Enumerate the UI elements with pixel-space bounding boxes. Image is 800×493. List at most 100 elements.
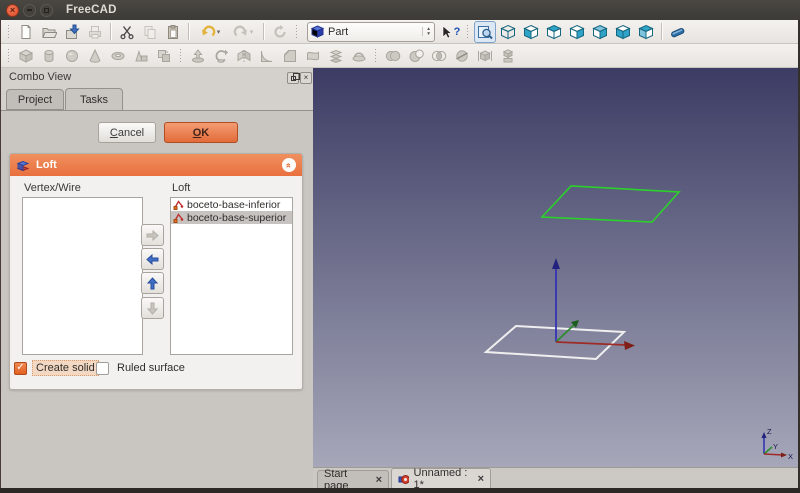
part-mirror-icon	[233, 45, 255, 67]
copy-button	[139, 21, 161, 43]
cut-button[interactable]	[116, 21, 138, 43]
part-extrude-icon	[187, 45, 209, 67]
loft-item-label: boceto-base-superior	[187, 212, 286, 224]
tab-close-icon[interactable]: ×	[376, 475, 382, 486]
part-compound-filter-icon	[497, 45, 519, 67]
create-solid-checkbox[interactable]: ✓	[14, 362, 27, 375]
save-document-button[interactable]	[61, 21, 83, 43]
loft-list-label: Loft	[172, 182, 190, 194]
loft-list-item[interactable]: boceto-base-superior	[171, 211, 292, 224]
part-boolean-cut-icon	[405, 45, 427, 67]
3d-viewport[interactable]: Z Y X	[313, 68, 798, 467]
move-up-button[interactable]	[141, 272, 164, 294]
loft-task-box: Loft « Vertex/Wire Loft boceto-base-infe…	[9, 153, 303, 390]
tab-project-label: Project	[18, 94, 52, 106]
float-glyph	[291, 76, 296, 81]
whats-this-button[interactable]: ?	[440, 21, 462, 43]
view-front-button[interactable]	[520, 21, 542, 43]
loft-list-item[interactable]: boceto-base-inferior	[171, 198, 292, 211]
window-left-edge	[0, 20, 1, 488]
part-boolean-union-icon	[382, 45, 404, 67]
loft-list[interactable]: boceto-base-inferior boceto-base-superio…	[170, 197, 293, 355]
view-left-button[interactable]	[635, 21, 657, 43]
view-axonometric-button[interactable]	[497, 21, 519, 43]
tab-tasks-label: Tasks	[80, 94, 108, 106]
tab-close-icon[interactable]: ×	[478, 474, 484, 485]
view-top-button[interactable]	[543, 21, 565, 43]
sketch-icon	[173, 199, 184, 210]
check-icon: ✓	[16, 363, 24, 373]
question-glyph: ?	[454, 26, 461, 38]
part-torus-icon	[107, 45, 129, 67]
tasks-panel: Cancel OK Loft « Vertex/Wire Loft boceto…	[1, 110, 313, 488]
ruled-surface-label[interactable]: Ruled surface	[114, 361, 188, 375]
part-shape-builder-icon	[153, 45, 175, 67]
window-bottom-edge	[0, 488, 800, 493]
cancel-button[interactable]: Cancel	[98, 122, 156, 143]
freecad-window: × FreeCAD ▾ ▾ Part ▴▾ ?	[0, 0, 800, 493]
ok-button[interactable]: OK	[164, 122, 238, 143]
tab-start-page[interactable]: Start page ×	[317, 470, 389, 489]
loft-task-header: Loft «	[10, 154, 302, 176]
ruled-surface-option: Ruled surface	[96, 360, 188, 376]
title-bar: × FreeCAD	[0, 0, 800, 20]
panel-close-icon[interactable]: ×	[300, 72, 312, 84]
part-cone-icon	[84, 45, 106, 67]
freecad-doc-icon	[398, 473, 409, 485]
cancel-label: Cancel	[110, 127, 144, 139]
undo-button[interactable]: ▾	[194, 21, 226, 43]
3d-scene: Z Y X	[313, 68, 798, 467]
part-revolve-icon	[210, 45, 232, 67]
separator	[110, 23, 112, 40]
panel-float-icon[interactable]	[287, 72, 299, 84]
open-document-button[interactable]	[38, 21, 60, 43]
move-left-button[interactable]	[141, 248, 164, 270]
part-chamfer-icon	[279, 45, 301, 67]
document-tab-bar: Start page × Unnamed : 1* ×	[313, 467, 798, 488]
toolbar-grip[interactable]	[374, 48, 378, 63]
view-bottom-button[interactable]	[612, 21, 634, 43]
axis-y-label: Y	[773, 442, 778, 451]
toolbar-grip[interactable]	[295, 24, 299, 39]
undo-dropdown-icon[interactable]: ▾	[217, 28, 221, 36]
tab-project[interactable]: Project	[6, 89, 64, 110]
ok-label: OK	[193, 127, 210, 139]
create-solid-option: ✓ Create solid	[14, 360, 99, 376]
fit-all-button[interactable]	[474, 21, 496, 43]
window-close-icon[interactable]: ×	[6, 4, 19, 17]
part-ruled-surface-icon	[302, 45, 324, 67]
measure-distance-button[interactable]	[667, 21, 689, 43]
toolbar-grip[interactable]	[179, 48, 183, 63]
toolbar-grip[interactable]	[7, 48, 11, 63]
new-document-button[interactable]	[15, 21, 37, 43]
maximize-glyph	[44, 8, 49, 13]
toolbar-grip[interactable]	[466, 24, 470, 39]
spin-down-icon: ▾	[427, 32, 430, 37]
part-box-icon	[15, 45, 37, 67]
tab-tasks[interactable]: Tasks	[65, 88, 123, 110]
view-rear-button[interactable]	[589, 21, 611, 43]
toolbar-grip[interactable]	[7, 24, 11, 39]
tab-unnamed-document[interactable]: Unnamed : 1* ×	[391, 468, 491, 489]
part-sphere-icon	[61, 45, 83, 67]
part-loft-icon	[325, 45, 347, 67]
workbench-part-icon	[311, 25, 324, 38]
window-maximize-icon[interactable]	[40, 4, 53, 17]
combo-spinner-icon[interactable]: ▴▾	[422, 27, 430, 36]
window-title: FreeCAD	[66, 4, 117, 16]
ruled-surface-checkbox[interactable]	[96, 362, 109, 375]
paste-button[interactable]	[162, 21, 184, 43]
loft-item-label: boceto-base-inferior	[187, 199, 280, 211]
window-minimize-icon[interactable]	[23, 4, 36, 17]
redo-dropdown-icon: ▾	[250, 28, 254, 36]
close-glyph: ×	[10, 6, 15, 15]
part-fillet-icon	[256, 45, 278, 67]
workbench-value: Part	[328, 26, 422, 38]
part-cylinder-icon	[38, 45, 60, 67]
collapse-task-icon[interactable]: «	[282, 158, 296, 172]
create-solid-label[interactable]: Create solid	[32, 360, 99, 376]
workbench-selector[interactable]: Part ▴▾	[307, 22, 435, 42]
view-right-button[interactable]	[566, 21, 588, 43]
vertex-wire-list[interactable]	[22, 197, 143, 355]
toolbar-part-tools	[1, 44, 798, 68]
